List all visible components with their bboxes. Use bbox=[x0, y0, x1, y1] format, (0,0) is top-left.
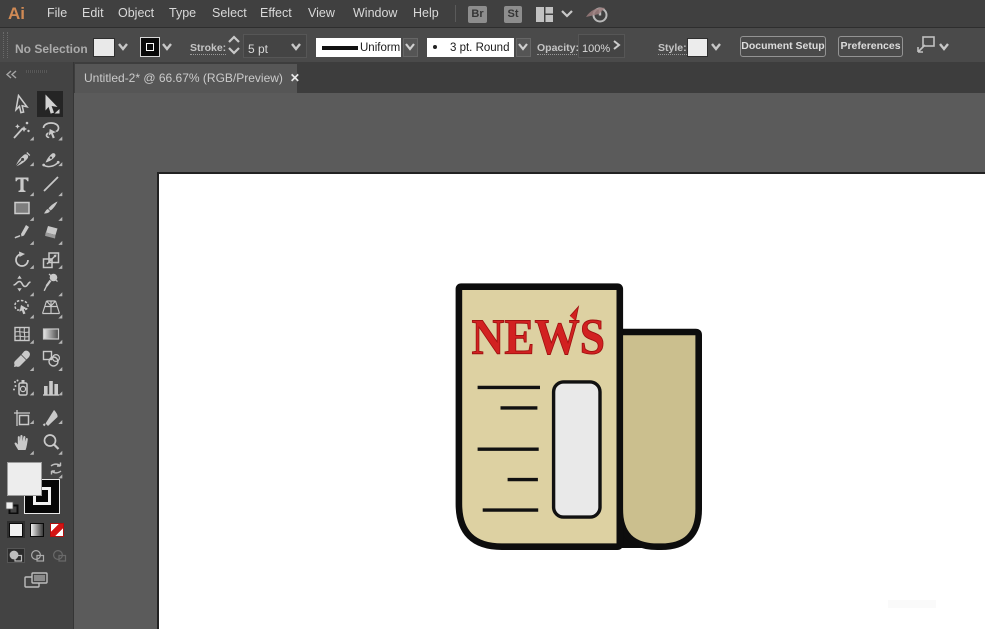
svg-text:NEWS: NEWS bbox=[472, 310, 606, 366]
